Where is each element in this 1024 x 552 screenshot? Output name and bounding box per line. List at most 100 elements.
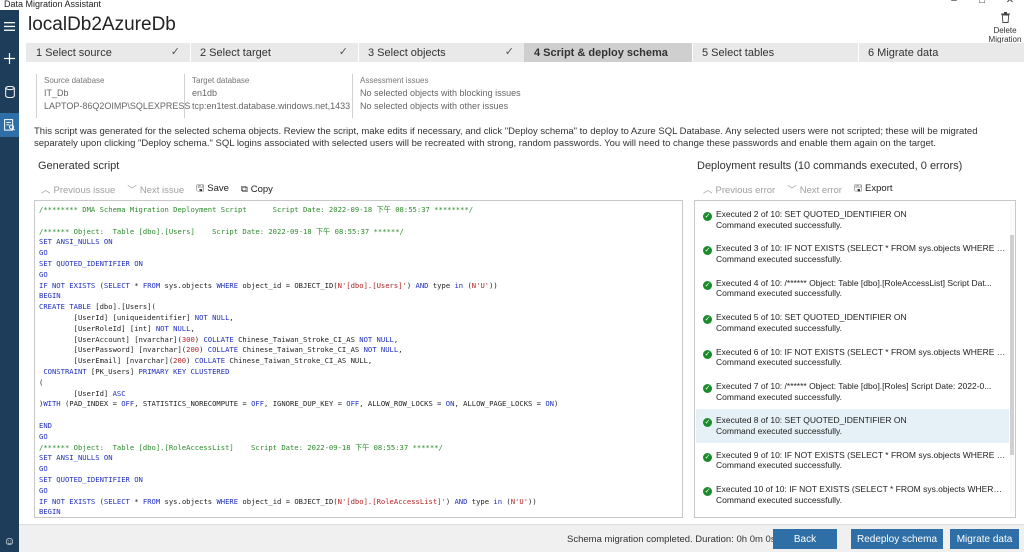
step-script-deploy-schema[interactable]: 4 Script & deploy schema	[524, 43, 693, 62]
assessment-icon[interactable]	[0, 113, 19, 137]
add-icon[interactable]	[0, 46, 19, 70]
script-line: [UserEmail] [nvarchar](200) COLLATE Chin…	[39, 356, 373, 366]
next-error-label: Next error	[799, 185, 842, 196]
redeploy-schema-button[interactable]: Redeploy schema	[851, 529, 943, 549]
script-line: [UserRoleId] [int] NOT NULL,	[39, 323, 195, 333]
script-line	[39, 410, 558, 421]
previous-issue-label: Previous issue	[53, 185, 116, 196]
success-check-icon: ✓	[703, 418, 712, 428]
checkmark-icon: ✓	[338, 46, 348, 58]
menu-icon[interactable]	[0, 14, 19, 38]
script-toolbar: ︿ Previous issue ﹀ Next issue 🖫 Save ⧉ Copy	[41, 181, 273, 197]
script-line: IF NOT EXISTS (SELECT * FROM sys.objects…	[39, 496, 537, 506]
script-line: /****** Object: Table [dbo].[Users] Scri…	[39, 226, 404, 236]
result-command-text: Executed 5 of 10: SET QUOTED_IDENTIFIER …	[716, 312, 907, 323]
chevron-down-icon: ﹀	[127, 185, 137, 196]
script-line: )WITH (PAD_INDEX = OFF, STATISTICS_NOREC…	[39, 399, 559, 409]
step-select-source[interactable]: 1 Select source ✓	[26, 43, 191, 62]
success-check-icon: ✓	[703, 452, 712, 462]
results-scrollbar[interactable]	[1010, 205, 1014, 513]
result-command-text: Executed 9 of 10: IF NOT EXISTS (SELECT …	[716, 449, 1006, 460]
step-select-objects[interactable]: 3 Select objects ✓	[358, 43, 525, 62]
left-nav-rail	[0, 10, 19, 552]
database-icon[interactable]	[0, 80, 19, 104]
step-label: 3 Select objects	[368, 46, 446, 59]
blocking-issues-text: No selected objects with blocking issues	[360, 88, 521, 98]
result-item[interactable]: ✓ Executed 9 of 10: IF NOT EXISTS (SELECT…	[696, 444, 1009, 478]
result-item[interactable]: ✓ Executed 5 of 10: SET QUOTED_IDENTIFIER…	[696, 306, 1009, 340]
script-line: CREATE TABLE [dbo].[Users](	[39, 302, 156, 312]
trash-icon	[988, 12, 1022, 25]
step-select-target[interactable]: 2 Select target ✓	[190, 43, 359, 62]
previous-error-button[interactable]: ︿ Previous error	[703, 182, 775, 196]
description-text: This script was generated for the select…	[34, 126, 978, 149]
step-label: 2 Select target	[200, 46, 271, 59]
checkmark-icon: ✓	[504, 46, 514, 58]
result-item[interactable]: ✓ Executed 6 of 10: IF NOT EXISTS (SELECT…	[696, 341, 1009, 375]
copy-icon: ⧉	[240, 183, 248, 195]
save-button[interactable]: 🖫 Save	[196, 181, 229, 197]
back-button[interactable]: Back	[773, 529, 837, 549]
migration-status-text: Schema migration completed. Duration: 0h…	[567, 534, 776, 545]
next-issue-button[interactable]: ﹀ Next issue	[127, 182, 184, 196]
script-line: /****** Object: Table [dbo].[RoleAccessL…	[39, 442, 443, 452]
save-icon: 🖫	[196, 183, 205, 194]
result-status-text: Command executed successfully.	[716, 357, 842, 368]
script-code[interactable]: /******** DMA Schema Migration Deploymen…	[39, 205, 559, 517]
title-bar: Data Migration Assistant – □ ✕	[0, 0, 1024, 10]
target-database-info: Target database en1db tcp:en1test.databa…	[184, 74, 350, 118]
results-scrollbar-thumb[interactable]	[1010, 235, 1014, 455]
source-database-info: Source database IT_Db LAPTOP-86Q2OIMP\SQ…	[36, 74, 190, 118]
export-button[interactable]: 🖫 Export	[854, 181, 893, 197]
result-command-text: Executed 7 of 10: /****** Object: Table …	[716, 381, 992, 391]
result-command-text: Executed 8 of 10: SET QUOTED_IDENTIFIER …	[716, 415, 907, 426]
script-line: GO	[39, 431, 48, 441]
script-line: CONSTRAINT [PK_Users] PRIMARY KEY CLUSTE…	[39, 366, 230, 376]
result-item[interactable]: ✓ Executed 3 of 10: IF NOT EXISTS (SELECT…	[696, 237, 1009, 271]
project-title: localDb2AzureDb	[28, 14, 176, 35]
script-line: GO	[39, 464, 48, 474]
target-server-name: tcp:en1test.database.windows.net,1433	[192, 101, 351, 111]
minimize-icon[interactable]: –	[940, 0, 968, 6]
close-icon[interactable]: ✕	[996, 0, 1024, 6]
result-item[interactable]: ✓ Executed 7 of 10: /****** Object: Table…	[696, 375, 1009, 409]
previous-issue-button[interactable]: ︿ Previous issue	[41, 182, 115, 196]
migrate-data-button[interactable]: Migrate data	[950, 529, 1019, 549]
copy-label: Copy	[250, 183, 273, 195]
step-label: 6 Migrate data	[868, 46, 939, 59]
result-command-text: Executed 3 of 10: IF NOT EXISTS (SELECT …	[716, 243, 1006, 254]
result-command-text: Executed 2 of 10: SET QUOTED_IDENTIFIER …	[716, 209, 907, 219]
chevron-up-icon: ︿	[703, 185, 713, 196]
assessment-issues-info: Assessment issues No selected objects wi…	[352, 74, 521, 118]
script-line: BEGIN	[39, 507, 61, 517]
bottom-bar: Schema migration completed. Duration: 0h…	[19, 524, 1024, 552]
source-database-label: Source database	[44, 76, 105, 85]
checkmark-icon: ✓	[170, 46, 180, 58]
result-item[interactable]: ✓ Executed 4 of 10: /****** Object: Table…	[696, 272, 1009, 306]
chevron-down-icon: ﹀	[787, 185, 797, 196]
result-item[interactable]: ✓ Executed 2 of 10: SET QUOTED_IDENTIFIER…	[696, 203, 1009, 237]
copy-button[interactable]: ⧉ Copy	[241, 184, 273, 195]
script-editor[interactable]: /******** DMA Schema Migration Deploymen…	[34, 200, 683, 518]
delete-migration-button[interactable]: Delete Migration	[988, 12, 1022, 44]
step-label: 1 Select source	[36, 46, 112, 59]
step-select-tables[interactable]: 5 Select tables	[692, 43, 859, 62]
next-error-button[interactable]: ﹀ Next error	[787, 182, 842, 196]
step-migrate-data[interactable]: 6 Migrate data	[858, 43, 1024, 62]
window-controls: – □ ✕	[940, 0, 1024, 6]
result-item[interactable]: ✓ Executed 10 of 10: IF NOT EXISTS (SELEC…	[696, 478, 1009, 512]
script-line: [UserAccount] [nvarchar](300) COLLATE Ch…	[39, 334, 399, 344]
result-item[interactable]: ✓ Executed 8 of 10: SET QUOTED_IDENTIFIER…	[696, 409, 1009, 444]
result-command-text: Executed 10 of 10: IF NOT EXISTS (SELECT…	[716, 484, 1006, 495]
feedback-smiley-icon[interactable]: ☺	[0, 530, 19, 552]
script-line: (	[39, 377, 44, 387]
script-line: GO	[39, 485, 48, 495]
maximize-icon[interactable]: □	[968, 0, 996, 6]
script-line: IF NOT EXISTS (SELECT * FROM sys.objects…	[39, 280, 498, 290]
source-database-name: IT_Db	[44, 88, 69, 98]
success-check-icon: ✓	[703, 384, 712, 393]
script-line: [UserId] ASC	[39, 388, 126, 398]
script-scrollbar[interactable]	[676, 203, 681, 503]
result-status-text: Command executed successfully.	[716, 391, 842, 402]
result-status-text: Command executed successfully.	[716, 253, 842, 264]
